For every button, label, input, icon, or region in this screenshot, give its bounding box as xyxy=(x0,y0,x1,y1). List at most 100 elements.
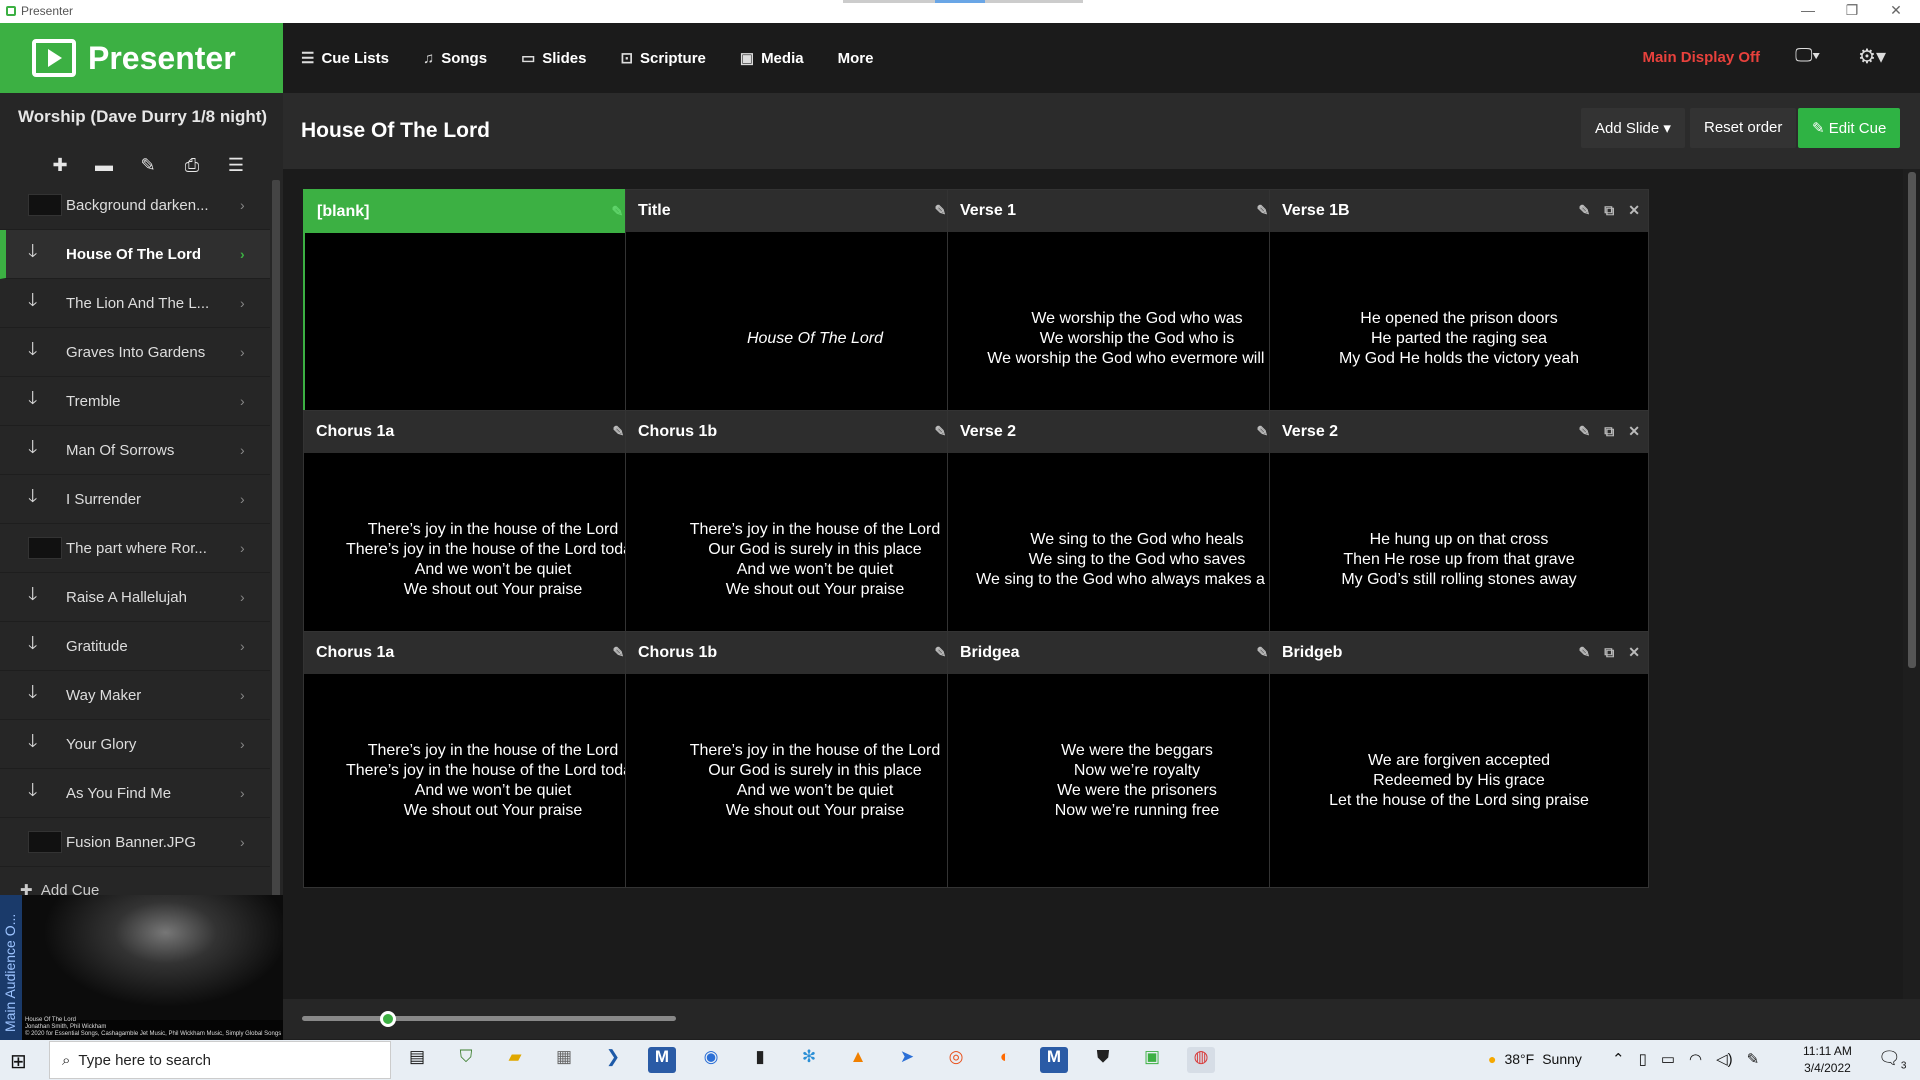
chevron-right-icon[interactable]: › xyxy=(240,197,270,213)
nav-media[interactable]: ▣ Media xyxy=(740,49,804,68)
chevron-right-icon[interactable]: › xyxy=(240,491,270,507)
chevron-right-icon[interactable]: › xyxy=(240,393,270,409)
cue-item[interactable]: Background darken... › xyxy=(0,181,270,230)
slide-card[interactable]: Bridgeb ✎ ⧉ ✕ We are forgiven accepted Redeem… xyxy=(1269,631,1649,888)
cue-item[interactable]: 🡓 Way Maker › xyxy=(0,671,270,720)
cue-item[interactable]: 🡓 The Lion And The L... › xyxy=(0,279,270,328)
display-monitor-icon[interactable]: 🖵▾ xyxy=(1795,45,1820,66)
presenter-taskbar-icon[interactable]: ▣ xyxy=(1138,1047,1166,1073)
nav-more[interactable]: More xyxy=(838,50,874,67)
close-icon[interactable]: ✕ xyxy=(1628,423,1640,440)
chevron-right-icon[interactable]: › xyxy=(240,295,270,311)
chevron-right-icon[interactable]: › xyxy=(240,246,270,262)
notifications-icon[interactable]: 🗨3 xyxy=(1878,1048,1906,1072)
edit-cue-button[interactable]: ✎ Edit Cue xyxy=(1798,108,1901,148)
security-icon[interactable]: ⛊ xyxy=(1089,1047,1117,1073)
nav-slides[interactable]: ▭ Slides xyxy=(521,49,586,68)
gear-app-icon[interactable]: ✻ xyxy=(795,1047,823,1073)
duplicate-icon[interactable]: ⧉ xyxy=(1604,644,1614,661)
chevron-right-icon[interactable]: › xyxy=(240,589,270,605)
taskbar-search-input[interactable]: ⌕ Type here to search xyxy=(49,1041,391,1079)
windows-start-icon[interactable]: ⊞ xyxy=(10,1049,27,1074)
chevron-right-icon[interactable]: › xyxy=(240,785,270,801)
pencil-icon[interactable]: ✎ xyxy=(613,423,625,440)
chevron-right-icon[interactable]: › xyxy=(240,687,270,703)
zoom-slider-handle[interactable] xyxy=(380,1011,397,1027)
powershell-icon[interactable]: ❯ xyxy=(599,1047,627,1073)
cue-item[interactable]: 🡓 I Surrender › xyxy=(0,475,270,524)
device-icon[interactable]: ▯ xyxy=(1639,1050,1647,1068)
chevron-right-icon[interactable]: › xyxy=(240,638,270,654)
preview-side-tab[interactable]: Main Audience O... xyxy=(0,895,22,1040)
gear-icon[interactable]: ⚙▾ xyxy=(1858,44,1886,69)
cue-item[interactable]: 🡓 As You Find Me › xyxy=(0,769,270,818)
firefox-icon[interactable]: ◐ xyxy=(991,1047,1019,1073)
minimize-button[interactable]: — xyxy=(1788,2,1828,18)
chevron-right-icon[interactable]: › xyxy=(240,344,270,360)
pencil-icon[interactable]: ✎ xyxy=(126,155,170,176)
close-window-button[interactable]: ✕ xyxy=(1876,2,1916,19)
chevron-up-icon[interactable]: ⌃ xyxy=(1612,1050,1625,1068)
duplicate-icon[interactable]: ⧉ xyxy=(1604,202,1614,219)
folder-icon[interactable]: ▬ xyxy=(82,155,126,176)
cue-item[interactable]: 🡓 Tremble › xyxy=(0,377,270,426)
sidebar-scrollbar[interactable] xyxy=(272,180,280,900)
task-view-icon[interactable]: ▤ xyxy=(403,1047,431,1073)
ubuntu-icon[interactable]: ◎ xyxy=(942,1047,970,1073)
audience-preview[interactable]: Main Audience O... House Of The Lord Jon… xyxy=(0,895,283,1040)
pencil-icon[interactable]: ✎ xyxy=(612,203,624,220)
cue-item[interactable]: The part where Ror... › xyxy=(0,524,270,573)
cue-item[interactable]: 🡓 Graves Into Gardens › xyxy=(0,328,270,377)
chevron-right-icon[interactable]: › xyxy=(240,834,270,850)
nav-cue-lists[interactable]: ☰ Cue Lists xyxy=(301,49,389,68)
nav-songs[interactable]: ♫ Songs xyxy=(423,50,487,67)
chevron-right-icon[interactable]: › xyxy=(240,540,270,556)
brand-logo[interactable]: Presenter xyxy=(0,23,283,93)
add-slide-button[interactable]: Add Slide ▾ xyxy=(1581,108,1685,148)
pen-icon[interactable]: ✎ xyxy=(1747,1050,1760,1068)
volume-icon[interactable]: ◁) xyxy=(1716,1050,1733,1068)
slide-card[interactable]: Verse 2 ✎ ⧉ ✕ He hung up on that cross Then H… xyxy=(1269,410,1649,667)
battery-icon[interactable]: ▭ xyxy=(1661,1050,1675,1068)
list-icon[interactable]: ☰ xyxy=(214,155,258,176)
wifi-icon[interactable]: ◠ xyxy=(1689,1050,1702,1068)
close-icon[interactable]: ✕ xyxy=(1628,644,1640,661)
slide-card[interactable]: Verse 1B ✎ ⧉ ✕ He opened the prison doors He … xyxy=(1269,189,1649,446)
chrome-remote-icon[interactable]: ◉ xyxy=(697,1047,725,1073)
pencil-icon[interactable]: ✎ xyxy=(1579,202,1591,219)
pencil-icon[interactable]: ✎ xyxy=(1579,423,1591,440)
pencil-icon[interactable]: ✎ xyxy=(935,202,947,219)
reset-order-button[interactable]: Reset order xyxy=(1690,108,1797,148)
maximize-button[interactable]: ❐ xyxy=(1832,2,1872,19)
pencil-icon[interactable]: ✎ xyxy=(613,644,625,661)
plus-icon[interactable]: ✚ xyxy=(38,155,82,176)
close-icon[interactable]: ✕ xyxy=(1628,202,1640,219)
main-display-toggle[interactable]: Main Display Off xyxy=(1642,49,1760,66)
duplicate-icon[interactable]: ⧉ xyxy=(1604,423,1614,440)
zoom-slider-track[interactable] xyxy=(302,1016,676,1021)
slide-grid-scrollbar[interactable] xyxy=(1908,172,1916,668)
cue-item[interactable]: 🡓 Raise A Hallelujah › xyxy=(0,573,270,622)
cue-item[interactable]: 🡓 Your Glory › xyxy=(0,720,270,769)
print-icon[interactable]: ⎙ xyxy=(170,155,214,176)
app-window-icon[interactable]: ▦ xyxy=(550,1047,578,1073)
pencil-icon[interactable]: ✎ xyxy=(935,644,947,661)
pencil-icon[interactable]: ✎ xyxy=(1257,644,1269,661)
pencil-icon[interactable]: ✎ xyxy=(935,423,947,440)
clock[interactable]: 11:11 AM 3/4/2022 xyxy=(1803,1043,1852,1077)
m-app-icon[interactable]: M xyxy=(648,1047,676,1073)
pencil-icon[interactable]: ✎ xyxy=(1257,202,1269,219)
active-app-icon[interactable]: ◍ xyxy=(1187,1047,1215,1073)
shield-icon[interactable]: ⛉ xyxy=(452,1047,480,1073)
weather-widget[interactable]: ● 38°F Sunny xyxy=(1488,1051,1582,1067)
pencil-icon[interactable]: ✎ xyxy=(1257,423,1269,440)
file-explorer-icon[interactable]: ▰ xyxy=(501,1047,529,1073)
m-app-2-icon[interactable]: M xyxy=(1040,1047,1068,1073)
remote-desktop-icon[interactable]: ➤ xyxy=(893,1047,921,1073)
nav-scripture[interactable]: ⊡ Scripture xyxy=(620,49,705,68)
terminal-icon[interactable]: ▮ xyxy=(746,1047,774,1073)
vlc-icon[interactable]: ▲ xyxy=(844,1047,872,1073)
cue-item[interactable]: 🡓 Gratitude › xyxy=(0,622,270,671)
chevron-right-icon[interactable]: › xyxy=(240,442,270,458)
cue-item[interactable]: 🡓 Man Of Sorrows › xyxy=(0,426,270,475)
